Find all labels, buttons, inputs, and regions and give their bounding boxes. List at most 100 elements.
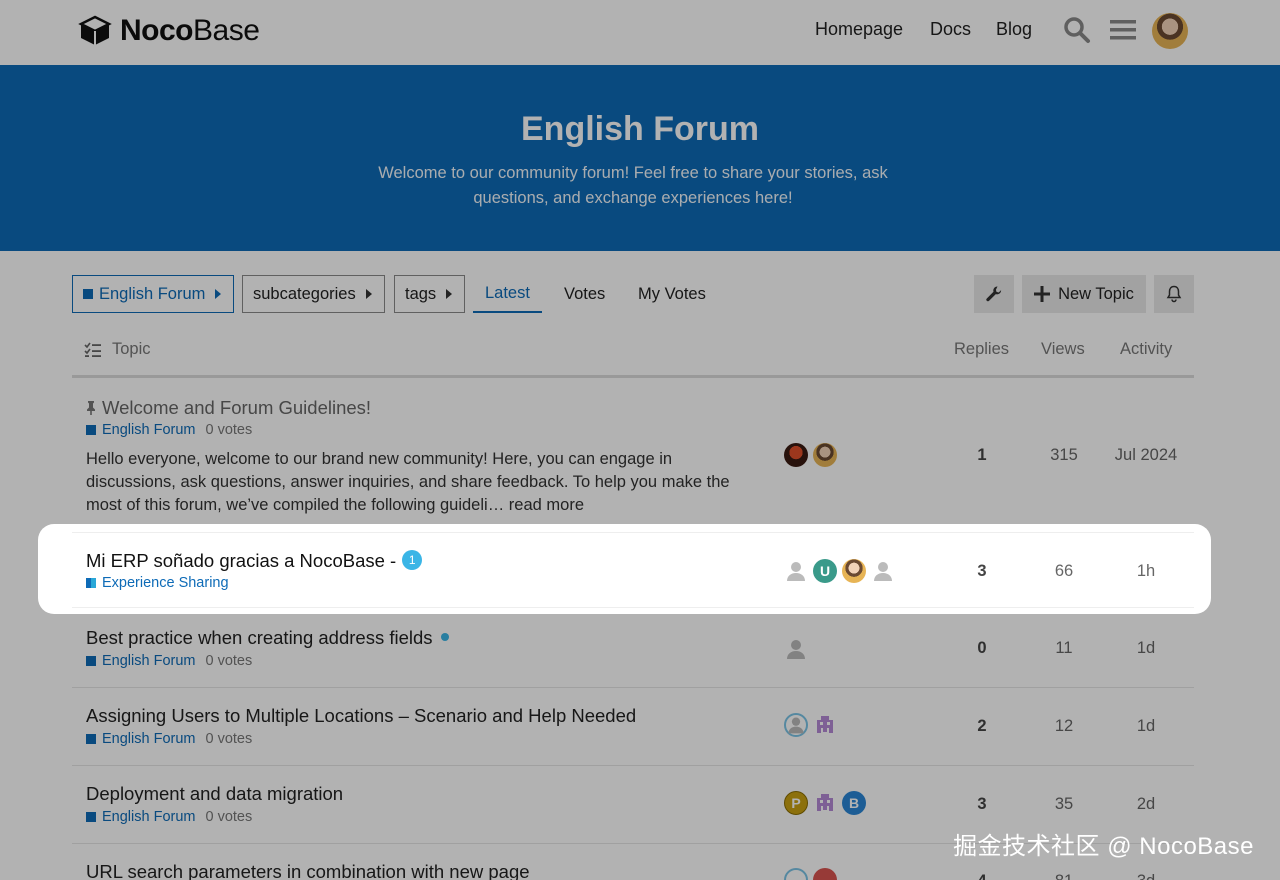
- table-row[interactable]: Best practice when creating address fiel…: [72, 610, 1194, 688]
- hamburger-menu-icon[interactable]: [1108, 15, 1138, 45]
- table-row[interactable]: Assigning Users to Multiple Locations – …: [72, 688, 1194, 766]
- category-color-square: [86, 425, 96, 435]
- identicon-avatar[interactable]: [813, 713, 837, 737]
- topic-title[interactable]: Welcome and Forum Guidelines!: [102, 397, 371, 418]
- category-link[interactable]: English Forum: [102, 731, 195, 747]
- topic-meta: English Forum 0 votes: [86, 731, 252, 747]
- category-color-square: [86, 656, 96, 666]
- unread-count-badge[interactable]: 1: [402, 550, 423, 570]
- category-link[interactable]: Experience Sharing: [102, 575, 229, 591]
- topic-title[interactable]: Assigning Users to Multiple Locations – …: [86, 705, 636, 727]
- table-row[interactable]: Mi ERP soñado gracias a NocoBase - 1 Expe…: [72, 532, 1194, 608]
- vote-count: 0 votes: [205, 422, 253, 438]
- activity-time[interactable]: 1d: [1106, 717, 1186, 736]
- tags-dropdown[interactable]: tags: [394, 275, 465, 313]
- letter-avatar[interactable]: U: [813, 559, 837, 583]
- topic-title[interactable]: Mi ERP soñado gracias a NocoBase -: [86, 550, 396, 571]
- default-avatar-icon[interactable]: [784, 637, 808, 661]
- plus-icon: [1034, 286, 1051, 302]
- watermark-text: 掘金技术社区 @ NocoBase: [953, 833, 1254, 860]
- activity-time[interactable]: 2d: [1106, 795, 1186, 814]
- view-count: 35: [1054, 795, 1074, 813]
- topic-title[interactable]: Deployment and data migration: [86, 783, 343, 805]
- poster-avatars: [784, 443, 837, 467]
- caret-right-icon: [365, 289, 372, 299]
- poster-avatar[interactable]: [813, 443, 837, 467]
- category-link[interactable]: English Forum: [102, 422, 195, 438]
- poster-avatar[interactable]: [784, 443, 808, 467]
- tab-my-votes[interactable]: My Votes: [626, 275, 718, 313]
- topic-excerpt: Hello everyone, welcome to our brand new…: [86, 450, 730, 514]
- nav-docs[interactable]: Docs: [930, 19, 971, 40]
- poster-avatar[interactable]: [842, 559, 866, 583]
- view-count: 315: [1050, 446, 1078, 464]
- category-link[interactable]: English Forum: [102, 809, 195, 825]
- banner-description: Welcome to our community forum! Feel fre…: [378, 164, 888, 207]
- reply-count[interactable]: 1: [942, 446, 1022, 465]
- user-avatar[interactable]: [1152, 13, 1188, 49]
- read-more-link[interactable]: read more: [509, 496, 584, 514]
- wrench-icon: [986, 286, 1002, 302]
- caret-right-icon: [215, 289, 222, 299]
- view-count: 12: [1054, 717, 1074, 735]
- pin-icon: [87, 401, 95, 415]
- page-title: English Forum: [521, 110, 759, 148]
- vote-count: 0 votes: [205, 809, 253, 825]
- default-avatar-icon[interactable]: [784, 559, 808, 583]
- topic-controls: English Forum subcategories tags Latest …: [72, 275, 1194, 313]
- logo-cube-icon: [78, 15, 112, 45]
- subcategories-dropdown[interactable]: subcategories: [242, 275, 385, 313]
- nav-homepage[interactable]: Homepage: [815, 19, 903, 40]
- topic-title[interactable]: URL search parameters in combination wit…: [86, 861, 530, 880]
- tab-votes[interactable]: Votes: [552, 275, 617, 313]
- category-color-square: [83, 289, 93, 299]
- topic-title[interactable]: Best practice when creating address fiel…: [86, 627, 433, 648]
- header-topic[interactable]: Topic: [112, 340, 151, 359]
- search-icon[interactable]: [1062, 15, 1092, 45]
- vote-count: 0 votes: [205, 653, 253, 669]
- letter-avatar[interactable]: P: [784, 791, 808, 815]
- poster-avatars: [784, 868, 837, 880]
- default-avatar-icon[interactable]: [784, 713, 808, 737]
- category-dropdown[interactable]: English Forum: [72, 275, 234, 313]
- letter-avatar[interactable]: [813, 868, 837, 880]
- reply-count[interactable]: 3: [942, 795, 1022, 814]
- table-row[interactable]: Welcome and Forum Guidelines! English Fo…: [72, 380, 1194, 528]
- bulk-select-icon[interactable]: [84, 342, 102, 358]
- logo-text: NocoBase: [120, 14, 260, 47]
- identicon-avatar[interactable]: [813, 791, 837, 815]
- nocobase-logo[interactable]: NocoBase: [78, 14, 260, 48]
- reply-count[interactable]: 3: [942, 562, 1022, 581]
- category-color-square: [86, 812, 96, 822]
- topic-meta: Experience Sharing: [86, 575, 229, 591]
- header-replies[interactable]: Replies: [954, 340, 1009, 359]
- header-activity[interactable]: Activity: [1120, 340, 1172, 359]
- category-banner: English Forum Welcome to our community f…: [0, 65, 1280, 251]
- reply-count[interactable]: 4: [942, 872, 1022, 880]
- highlighted-topic-card: Mi ERP soñado gracias a NocoBase - 1 Expe…: [38, 524, 1211, 614]
- activity-time[interactable]: Jul 2024: [1106, 446, 1186, 465]
- category-color-square: [86, 734, 96, 744]
- notifications-button[interactable]: [1154, 275, 1194, 313]
- topic-list-header: Topic Replies Views Activity: [72, 332, 1194, 378]
- default-avatar-icon[interactable]: [871, 559, 895, 583]
- category-color-square: [86, 578, 96, 588]
- view-count: 81: [1024, 872, 1104, 880]
- activity-time[interactable]: 3d: [1106, 872, 1186, 880]
- activity-time[interactable]: 1d: [1106, 639, 1186, 658]
- admin-wrench-button[interactable]: [974, 275, 1014, 313]
- poster-avatars: [784, 637, 808, 661]
- new-topic-button[interactable]: New Topic: [1022, 275, 1146, 313]
- category-link[interactable]: English Forum: [102, 653, 195, 669]
- bell-icon: [1166, 285, 1182, 303]
- reply-count[interactable]: 0: [942, 639, 1022, 658]
- vote-count: 0 votes: [205, 731, 253, 747]
- letter-avatar[interactable]: B: [842, 791, 866, 815]
- default-avatar-icon[interactable]: [784, 868, 808, 880]
- nav-blog[interactable]: Blog: [996, 19, 1032, 40]
- tab-latest[interactable]: Latest: [473, 275, 542, 313]
- reply-count[interactable]: 2: [942, 717, 1022, 736]
- activity-time[interactable]: 1h: [1106, 562, 1186, 581]
- topic-meta: English Forum 0 votes: [86, 653, 252, 669]
- header-views[interactable]: Views: [1041, 340, 1085, 359]
